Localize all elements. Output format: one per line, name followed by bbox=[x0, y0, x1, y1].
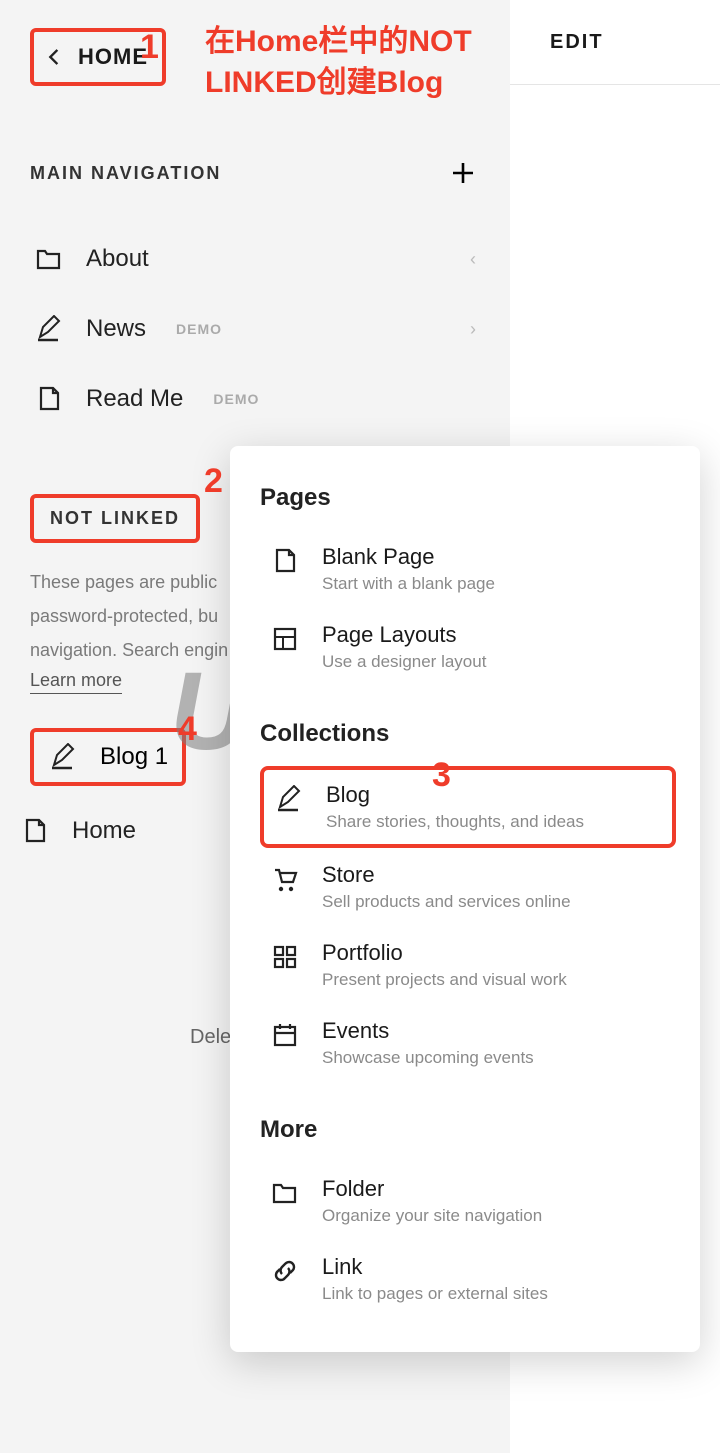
popover-section-more: More Folder Organize your site navigation… bbox=[260, 1116, 676, 1318]
popover-item-title: Folder bbox=[322, 1176, 542, 1202]
edit-button[interactable]: EDIT bbox=[550, 31, 604, 54]
pen-icon bbox=[274, 784, 304, 814]
nav-item-label: About bbox=[86, 245, 149, 273]
main-nav-list: About ‹ News DEMO › Read Me DEMO bbox=[30, 224, 480, 434]
main-nav-header: MAIN NAVIGATION bbox=[30, 156, 480, 190]
popover-item-desc: Start with a blank page bbox=[322, 574, 495, 594]
popover-item-desc: Link to pages or external sites bbox=[322, 1284, 548, 1304]
popover-item-blank-page[interactable]: Blank Page Start with a blank page bbox=[260, 530, 676, 608]
link-icon bbox=[270, 1256, 300, 1286]
popover-item-desc: Showcase upcoming events bbox=[322, 1048, 534, 1068]
popover-item-title: Events bbox=[322, 1018, 534, 1044]
demo-badge: DEMO bbox=[213, 391, 259, 407]
main-nav-title: MAIN NAVIGATION bbox=[30, 163, 221, 184]
nav-item-news[interactable]: News DEMO › bbox=[30, 294, 480, 364]
annotation-number-4: 4 bbox=[178, 710, 197, 749]
popover-item-desc: Use a designer layout bbox=[322, 652, 486, 672]
nav-item-label: Blog 1 bbox=[100, 743, 168, 771]
nav-item-label: Home bbox=[72, 817, 136, 845]
popover-item-title: Blog bbox=[326, 782, 584, 808]
annotation-number-2: 2 bbox=[204, 462, 223, 501]
pen-icon bbox=[48, 742, 78, 772]
annotation-number-3: 3 bbox=[432, 756, 451, 795]
popover-item-page-layouts[interactable]: Page Layouts Use a designer layout bbox=[260, 608, 676, 686]
chevron-left-icon bbox=[40, 42, 70, 72]
nav-item-blog1[interactable]: Blog 1 bbox=[30, 728, 186, 786]
popover-item-link[interactable]: Link Link to pages or external sites bbox=[260, 1240, 676, 1318]
nav-item-about[interactable]: About ‹ bbox=[30, 224, 480, 294]
calendar-icon bbox=[270, 1020, 300, 1050]
popover-item-folder[interactable]: Folder Organize your site navigation bbox=[260, 1162, 676, 1240]
popover-item-title: Page Layouts bbox=[322, 622, 486, 648]
top-right-bar: EDIT bbox=[510, 0, 720, 85]
page-icon bbox=[20, 816, 50, 846]
popover-item-title: Link bbox=[322, 1254, 548, 1280]
folder-icon bbox=[34, 244, 64, 274]
cart-icon bbox=[270, 864, 300, 894]
popover-item-title: Portfolio bbox=[322, 940, 567, 966]
learn-more-link[interactable]: Learn more bbox=[30, 670, 122, 694]
demo-badge: DEMO bbox=[176, 321, 222, 337]
annotation-number-1: 1 bbox=[140, 28, 159, 67]
back-home-label: HOME bbox=[78, 44, 148, 70]
popover-item-blog[interactable]: Blog Share stories, thoughts, and ideas bbox=[260, 766, 676, 848]
popover-item-title: Blank Page bbox=[322, 544, 495, 570]
nav-item-readme[interactable]: Read Me DEMO bbox=[30, 364, 480, 434]
popover-item-desc: Share stories, thoughts, and ideas bbox=[326, 812, 584, 832]
plus-icon bbox=[449, 159, 477, 187]
not-linked-description: These pages are public password-protecte… bbox=[30, 565, 240, 668]
create-page-popover: Pages Blank PageStart with a blank page … bbox=[230, 446, 700, 1352]
add-page-button[interactable] bbox=[446, 156, 480, 190]
chevron-right-icon: › bbox=[470, 319, 476, 340]
chevron-left-icon: ‹ bbox=[470, 249, 476, 270]
popover-heading: More bbox=[260, 1116, 676, 1144]
popover-item-store[interactable]: Store Sell products and services online bbox=[260, 848, 676, 926]
page-icon bbox=[270, 546, 300, 576]
popover-section-collections: Collections Blog Share stories, thoughts,… bbox=[260, 720, 676, 1082]
popover-heading: Collections bbox=[260, 720, 676, 748]
popover-item-events[interactable]: Events Showcase upcoming events bbox=[260, 1004, 676, 1082]
popover-item-portfolio[interactable]: Portfolio Present projects and visual wor… bbox=[260, 926, 676, 1004]
popover-item-desc: Sell products and services online bbox=[322, 892, 571, 912]
folder-icon bbox=[270, 1178, 300, 1208]
not-linked-title: NOT LINKED bbox=[50, 508, 180, 528]
not-linked-header: NOT LINKED bbox=[30, 494, 200, 543]
page-icon bbox=[34, 384, 64, 414]
popover-heading: Pages bbox=[260, 484, 676, 512]
pen-icon bbox=[34, 314, 64, 344]
nav-item-label: Read Me bbox=[86, 385, 183, 413]
popover-item-title: Store bbox=[322, 862, 571, 888]
annotation-caption: 在Home栏中的NOT LINKED创建Blog bbox=[205, 22, 525, 103]
nav-item-label: News bbox=[86, 315, 146, 343]
popover-section-pages: Pages Blank PageStart with a blank page … bbox=[260, 484, 676, 686]
layout-icon bbox=[270, 624, 300, 654]
grid-icon bbox=[270, 942, 300, 972]
popover-item-desc: Organize your site navigation bbox=[322, 1206, 542, 1226]
popover-item-desc: Present projects and visual work bbox=[322, 970, 567, 990]
